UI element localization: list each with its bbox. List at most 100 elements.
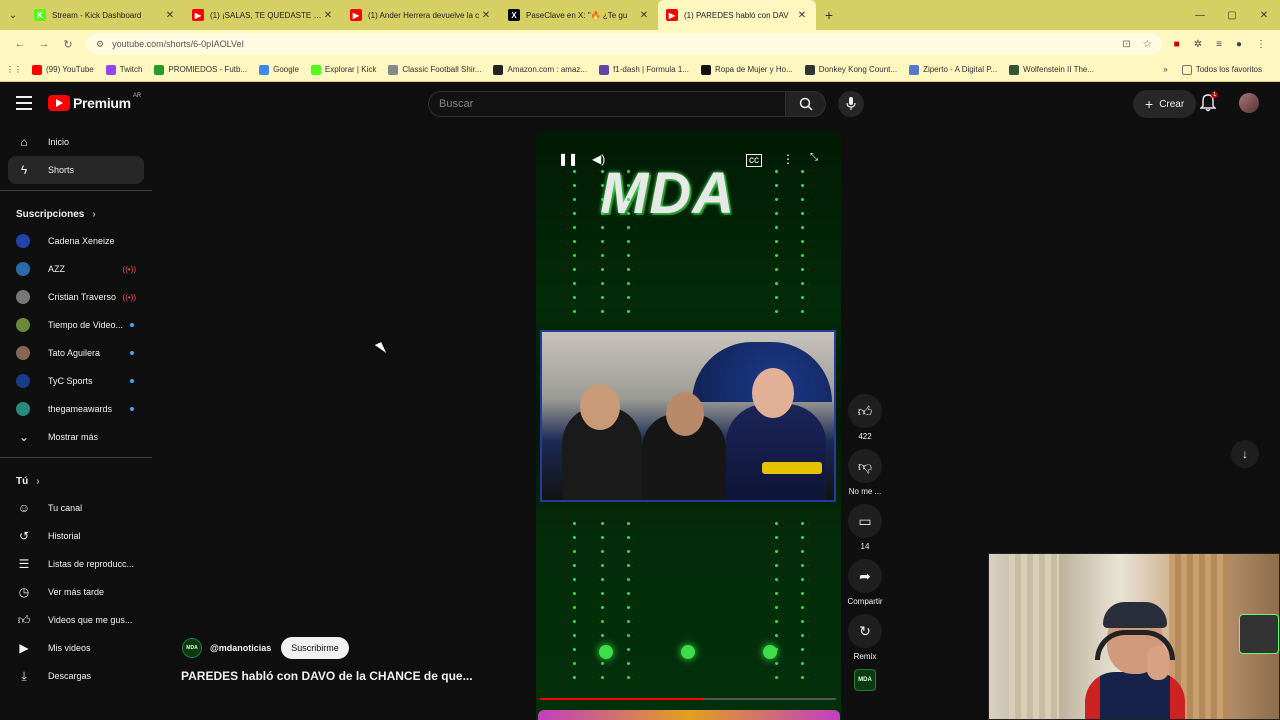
search-input[interactable]: Buscar	[428, 91, 786, 117]
dislike-button[interactable]: 👎︎	[848, 449, 882, 483]
bookmark-item[interactable]: f1-dash | Formula 1...	[599, 64, 689, 75]
sidebar-item-my-videos[interactable]: ▶ Mis videos	[8, 634, 144, 662]
bookmark-item[interactable]: Classic Football Shir...	[388, 64, 481, 75]
sidebar-item-downloads[interactable]: ⤓ Descargas	[8, 662, 144, 690]
subscription-item[interactable]: TyC Sports	[8, 367, 144, 395]
tab-close-icon[interactable]: ✕	[480, 10, 492, 21]
captions-icon[interactable]: cc	[746, 154, 762, 167]
light-dot	[573, 310, 576, 313]
shorts-player[interactable]: ❚❚ ◀) cc ⋮ ⤡ MDA	[536, 130, 841, 720]
curtain-left	[1009, 554, 1059, 719]
channel-icon: ☺	[17, 501, 31, 515]
new-content-dot	[130, 379, 134, 383]
reload-icon[interactable]: ↻	[56, 38, 80, 51]
subscription-item[interactable]: Tato Aguilera	[8, 339, 144, 367]
maximize-icon[interactable]: ▢	[1216, 10, 1248, 21]
pause-icon[interactable]: ❚❚	[558, 152, 578, 166]
channel-avatar[interactable]: MDA	[182, 638, 202, 658]
apps-icon[interactable]: ⋮⋮	[6, 65, 22, 74]
browser-tab[interactable]: ▶ (1) ¡SALAS, TE QUEDASTE CON ✕	[184, 0, 342, 30]
bookmark-item[interactable]: Explorar | Kick	[310, 64, 376, 75]
light-dot	[775, 254, 778, 257]
menu-hamburger-icon[interactable]	[16, 96, 32, 110]
light-dot	[573, 240, 576, 243]
sidebar-item-shorts[interactable]: ϟ Shorts	[8, 156, 144, 184]
channel-handle[interactable]: @mdanoticias	[210, 643, 271, 653]
bookmark-item[interactable]: Ziperto - A Digital P...	[909, 64, 997, 75]
subscriptions-heading[interactable]: Suscripciones ›	[0, 201, 152, 227]
sound-channel-avatar[interactable]: MDA	[854, 669, 876, 691]
subscription-item[interactable]: Cristian Traverso ((•))	[8, 283, 144, 311]
like-button[interactable]: 👍︎	[848, 394, 882, 428]
remix-button[interactable]: ↻	[848, 614, 882, 648]
comments-button[interactable]: ▭	[848, 504, 882, 538]
create-button[interactable]: + Crear	[1133, 90, 1197, 118]
subscription-item[interactable]: Tiempo de Video...	[8, 311, 144, 339]
url-input[interactable]: ⚙ youtube.com/shorts/6-0pIAOLVeI ⊡ ☆	[86, 33, 1162, 55]
show-more-button[interactable]: ⌄ Mostrar más	[8, 423, 144, 451]
sidebar-item-liked[interactable]: 👍︎ Videos que me gus...	[8, 606, 144, 634]
close-window-icon[interactable]: ✕	[1248, 10, 1280, 21]
sidebar-item-playlists[interactable]: ☰ Listas de reproducc...	[8, 550, 144, 578]
bookmark-item[interactable]: Google	[259, 64, 299, 75]
fullscreen-icon[interactable]: ⤡	[810, 152, 818, 163]
subscription-item[interactable]: Cadena Xeneize	[8, 227, 144, 255]
bookmark-item[interactable]: PROMIEDOS - Futb...	[154, 64, 247, 75]
install-app-icon[interactable]: ⊡	[1122, 39, 1130, 50]
back-icon[interactable]: ←	[8, 38, 32, 50]
tab-search-icon[interactable]: ⌄	[0, 0, 26, 30]
sidebar-item-channel[interactable]: ☺ Tu canal	[8, 494, 144, 522]
sidebar-item-inicio[interactable]: ⌂ Inicio	[8, 128, 144, 156]
light-dot	[601, 606, 604, 609]
video-progress-bar[interactable]	[540, 698, 836, 700]
search-button[interactable]	[786, 91, 826, 117]
site-info-icon[interactable]: ⚙	[96, 39, 104, 50]
next-short-button[interactable]: ↓	[1231, 440, 1259, 468]
subscription-item[interactable]: AZZ ((•))	[8, 255, 144, 283]
browser-tab[interactable]: ▶ (1) PAREDES habló con DAV ✕	[658, 0, 816, 30]
bookmark-item[interactable]: Donkey Kong Count...	[804, 64, 897, 75]
forward-icon[interactable]: →	[32, 38, 56, 50]
subscription-item[interactable]: thegameawards	[8, 395, 144, 423]
media-icon[interactable]: ≡	[1216, 39, 1222, 50]
sidebar-item-history[interactable]: ↺ Historial	[8, 522, 144, 550]
next-short-preview[interactable]	[538, 710, 840, 720]
pdf-extension-icon[interactable]: ■	[1174, 39, 1180, 50]
all-bookmarks[interactable]: Todos los favoritos	[1181, 64, 1262, 75]
new-tab-button[interactable]: +	[816, 7, 842, 23]
bookmark-item[interactable]: Ropa de Mujer y Ho...	[700, 64, 793, 75]
tab-close-icon[interactable]: ✕	[796, 10, 808, 21]
short-title[interactable]: PAREDES habló con DAVO de la CHANCE de q…	[181, 669, 473, 683]
browser-tab[interactable]: K Stream - Kick Dashboard ✕	[26, 0, 184, 30]
light-dot	[601, 254, 604, 257]
tab-close-icon[interactable]: ✕	[638, 10, 650, 21]
browser-tab[interactable]: X PaseClave en X: "🔥 ¿Te gu ✕	[500, 0, 658, 30]
bookmark-favicon-icon	[493, 64, 504, 75]
channel-avatar	[16, 318, 30, 332]
browser-tab[interactable]: ▶ (1) Ander Herrera devuelve la c ✕	[342, 0, 500, 30]
subscribe-button[interactable]: Suscribirme	[281, 637, 349, 659]
extensions-icon[interactable]: ✲	[1194, 39, 1202, 50]
share-button[interactable]: ➦	[848, 559, 882, 593]
account-avatar[interactable]	[1239, 93, 1259, 113]
bookmark-item[interactable]: (99) YouTube	[32, 64, 94, 75]
bookmark-star-icon[interactable]: ☆	[1143, 39, 1152, 50]
tab-close-icon[interactable]: ✕	[322, 10, 334, 21]
profile-icon[interactable]: ●	[1236, 39, 1242, 50]
minimize-icon[interactable]: —	[1184, 10, 1216, 21]
tab-close-icon[interactable]: ✕	[164, 10, 176, 21]
you-heading[interactable]: Tú ›	[0, 468, 152, 494]
bookmark-item[interactable]: Wolfenstein II The...	[1009, 64, 1094, 75]
light-dot	[775, 550, 778, 553]
menu-icon[interactable]: ⋮	[1256, 39, 1266, 50]
more-options-icon[interactable]: ⋮	[782, 152, 794, 166]
more-bookmarks-icon[interactable]: »	[1163, 65, 1167, 74]
sidebar-item-watch-later[interactable]: ◷ Ver más tarde	[8, 578, 144, 606]
notifications-button[interactable]: 1	[1199, 92, 1220, 114]
voice-search-button[interactable]	[838, 91, 864, 117]
bookmark-item[interactable]: Twitch	[105, 64, 142, 75]
youtube-logo[interactable]: Premium AR	[48, 93, 141, 111]
light-dot	[627, 184, 630, 187]
light-dot	[775, 226, 778, 229]
bookmark-item[interactable]: Amazon.com : amaz...	[493, 64, 587, 75]
